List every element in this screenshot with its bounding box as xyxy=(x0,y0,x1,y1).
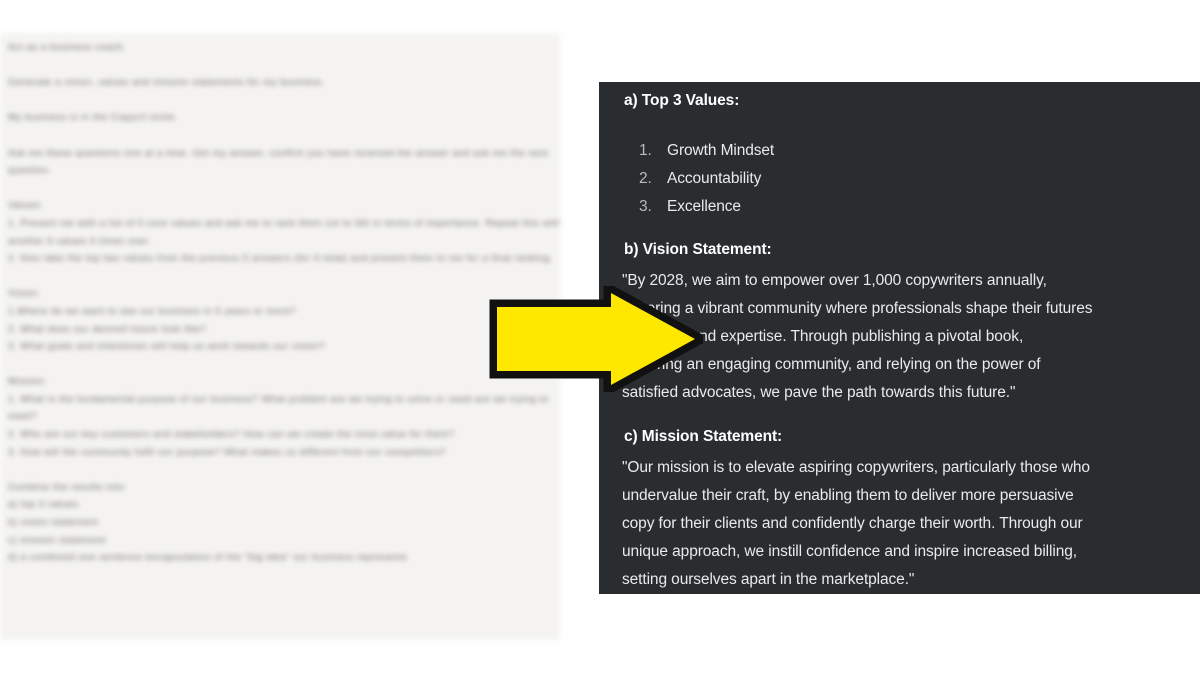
prompt-text: Act as a business coach. Generate a visi… xyxy=(8,42,560,564)
mission-section-heading: c) Mission Statement: xyxy=(624,428,783,445)
values-list: Growth Mindset Accountability Excellence xyxy=(599,137,774,221)
mission-line: "Our mission is to elevate aspiring copy… xyxy=(622,459,1090,476)
ai-response-panel: a) Top 3 Values: Growth Mindset Accounta… xyxy=(599,82,1200,594)
values-section-heading: a) Top 3 Values: xyxy=(624,92,740,109)
vision-line: nurturing an engaging community, and rel… xyxy=(622,356,1041,373)
list-item: Growth Mindset xyxy=(639,137,775,165)
mission-line: undervalue their craft, by enabling them… xyxy=(622,487,1074,504)
vision-line: "By 2028, we aim to empower over 1,000 c… xyxy=(622,272,1047,289)
list-item: Excellence xyxy=(639,193,741,221)
mission-line: copy for their clients and confidently c… xyxy=(622,515,1083,532)
vision-section: b) Vision Statement: "By 2028, we aim to… xyxy=(599,241,1200,407)
mission-section-body: "Our mission is to elevate aspiring copy… xyxy=(622,454,1200,594)
list-item: Accountability xyxy=(639,165,762,193)
vision-section-body: "By 2028, we aim to empower over 1,000 c… xyxy=(622,267,1200,407)
mission-line: unique approach, we instill confidence a… xyxy=(622,543,1077,560)
prompt-screenshot-panel: Act as a business coach. Generate a visi… xyxy=(0,33,560,640)
mission-line: setting ourselves apart in the marketpla… xyxy=(622,571,915,588)
vision-line: fostering a vibrant community where prof… xyxy=(622,300,1093,317)
vision-line: satisfied advocates, we pave the path to… xyxy=(622,384,1016,401)
vision-section-heading: b) Vision Statement: xyxy=(624,241,772,258)
vision-line: with skills and expertise. Through publi… xyxy=(622,328,1024,345)
mission-section: c) Mission Statement: "Our mission is to… xyxy=(599,428,1200,594)
